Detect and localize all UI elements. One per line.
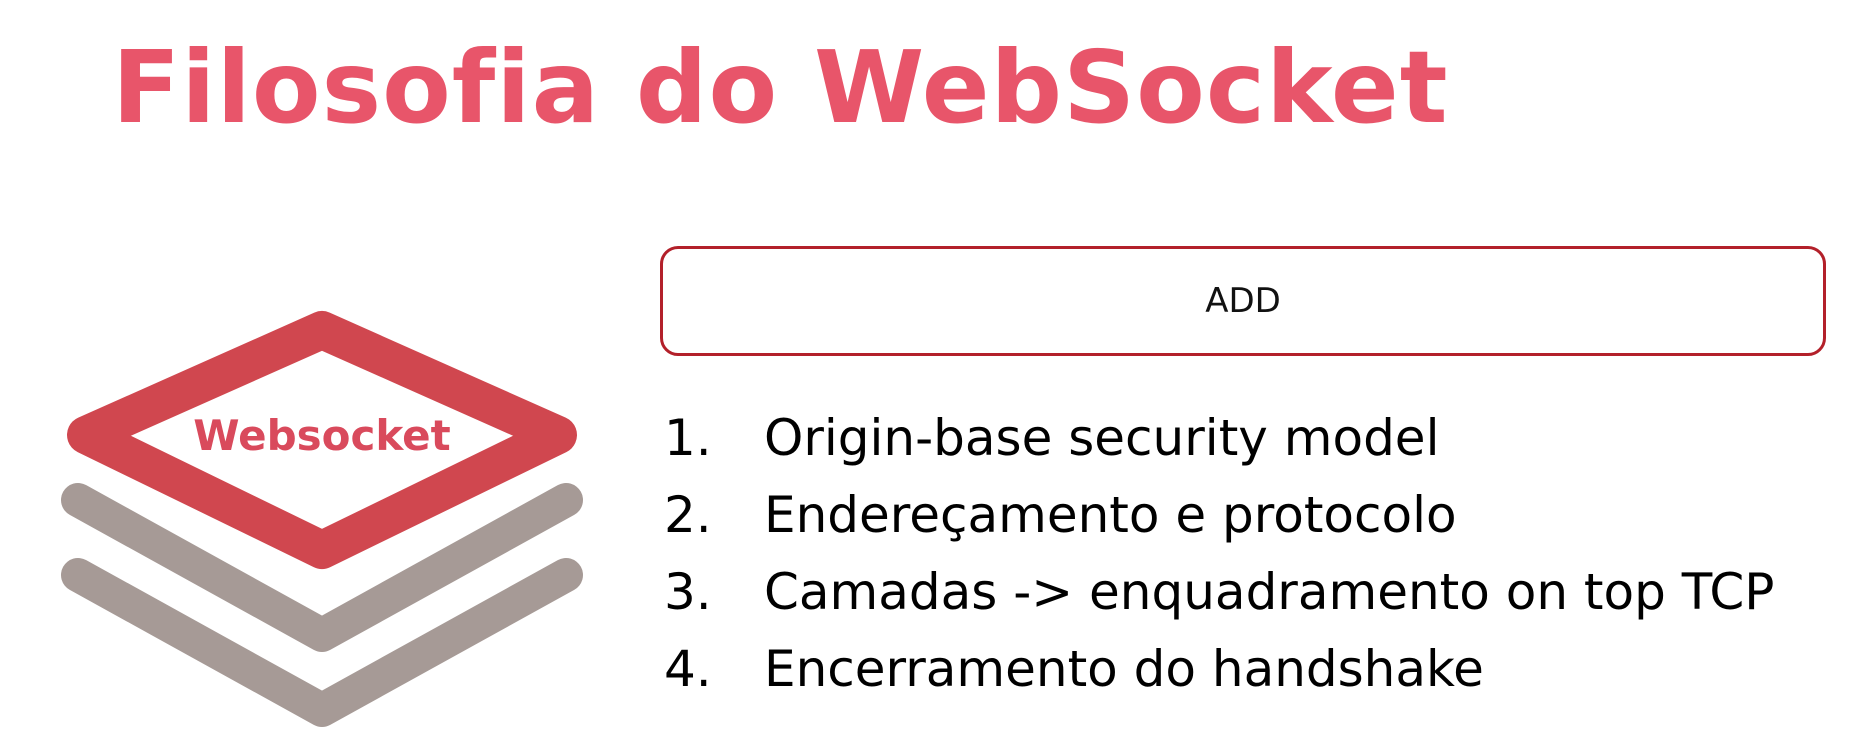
list-item-text: Origin-base security model <box>764 409 1440 467</box>
list-item: 4. Encerramento do handshake <box>664 631 1774 708</box>
list-item-text: Endereçamento e protocolo <box>764 486 1457 544</box>
list-item: 2. Endereçamento e protocolo <box>664 477 1774 554</box>
list-item-number: 4. <box>664 640 712 698</box>
add-box-label: ADD <box>1205 281 1281 321</box>
list-item: 1. Origin-base security model <box>664 400 1774 477</box>
list-item-number: 2. <box>664 486 712 544</box>
list-item-text: Camadas -> enquadramento on top TCP <box>764 563 1775 621</box>
list-item: 3. Camadas -> enquadramento on top TCP <box>664 554 1774 631</box>
logo-label: Websocket <box>193 411 451 460</box>
slide: Filosofia do WebSocket Websocket ADD 1. … <box>0 0 1851 731</box>
list-item-number: 3. <box>664 563 712 621</box>
stacked-layers-icon: Websocket <box>61 311 583 727</box>
list-item-text: Encerramento do handshake <box>764 640 1484 698</box>
add-box: ADD <box>660 246 1826 356</box>
list-item-number: 1. <box>664 409 712 467</box>
topic-list: 1. Origin-base security model 2. Endereç… <box>664 400 1774 708</box>
slide-title: Filosofia do WebSocket <box>112 29 1449 146</box>
